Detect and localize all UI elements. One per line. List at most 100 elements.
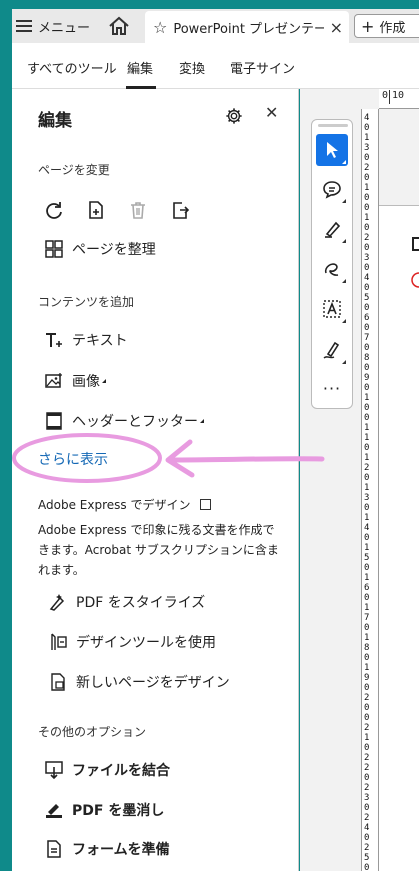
nav-e-sign[interactable]: 電子サイン bbox=[230, 58, 295, 77]
menu-button[interactable]: メニュー bbox=[16, 9, 90, 43]
page-change-heading: ページを変更 bbox=[38, 163, 110, 177]
horizontal-ruler: 0 10 bbox=[379, 89, 419, 109]
form-icon bbox=[47, 840, 61, 858]
redact-pdf-item[interactable]: PDF を墨消し bbox=[44, 800, 164, 820]
ruler-mark: 0 bbox=[364, 443, 370, 453]
close-tab-icon[interactable]: × bbox=[330, 18, 343, 37]
ruler-mark: 6 bbox=[364, 313, 370, 323]
ruler-mark: 0 bbox=[364, 713, 370, 723]
select-tool-button[interactable] bbox=[316, 134, 348, 166]
extract-page-icon[interactable] bbox=[170, 200, 190, 220]
header-footer-label: ヘッダーとフッター bbox=[72, 414, 198, 430]
header-footer-item[interactable]: ヘッダーとフッター bbox=[44, 411, 204, 431]
ruler-mark: 5 bbox=[364, 553, 370, 563]
design-tools-item[interactable]: デザインツールを使用 bbox=[48, 632, 216, 652]
header-footer-icon bbox=[46, 412, 62, 430]
ruler-mark: 0 bbox=[364, 223, 370, 233]
insert-page-icon[interactable] bbox=[86, 200, 106, 220]
ruler-mark: 0 bbox=[364, 243, 370, 253]
ruler-mark: 0 bbox=[364, 323, 370, 333]
ruler-mark: 2 bbox=[364, 723, 370, 733]
design-tools-label: デザインツールを使用 bbox=[76, 635, 216, 651]
ruler-mark: 1 bbox=[364, 543, 370, 553]
comment-icon bbox=[323, 181, 341, 199]
adobe-express-heading: Adobe Express でデザイン bbox=[38, 496, 212, 513]
ruler-mark: 4 bbox=[364, 113, 370, 123]
ruler-mark: 1 bbox=[364, 453, 370, 463]
close-panel-icon[interactable]: ✕ bbox=[265, 103, 278, 122]
ruler-mark: 3 bbox=[364, 793, 370, 803]
ruler-mark: 8 bbox=[364, 353, 370, 363]
gear-icon[interactable] bbox=[225, 107, 243, 125]
comment-tool-button[interactable] bbox=[316, 173, 348, 205]
external-link-icon[interactable] bbox=[200, 499, 212, 510]
ruler-mark: 4 bbox=[364, 273, 370, 283]
ruler-mark: 2 bbox=[364, 463, 370, 473]
ruler-mark: 0 bbox=[364, 263, 370, 273]
ruler-mark: 0 bbox=[364, 563, 370, 573]
highlight-tool-button[interactable] bbox=[316, 213, 348, 245]
ruler-mark: 9 bbox=[364, 673, 370, 683]
panel-title: 編集 bbox=[38, 111, 72, 131]
add-image-item[interactable]: 画像 bbox=[44, 371, 106, 391]
hamburger-icon bbox=[16, 20, 32, 32]
document-page[interactable] bbox=[379, 205, 419, 871]
ruler-mark: 0 bbox=[364, 303, 370, 313]
ruler-mark: 0 bbox=[364, 863, 370, 871]
design-tools-icon bbox=[51, 633, 67, 650]
prepare-form-item[interactable]: フォームを準備 bbox=[44, 839, 170, 859]
ruler-mark: 2 bbox=[364, 843, 370, 853]
stylize-pdf-item[interactable]: PDF をスタイライズ bbox=[48, 592, 205, 612]
toolbar-grip[interactable] bbox=[318, 124, 348, 127]
ruler-mark: 0 bbox=[382, 90, 389, 101]
ruler-mark: 0 bbox=[364, 193, 370, 203]
organize-pages-item[interactable]: ページを整理 bbox=[44, 239, 156, 259]
ruler-mark: 0 bbox=[364, 153, 370, 163]
ruler-mark: 0 bbox=[364, 743, 370, 753]
home-icon[interactable] bbox=[108, 16, 130, 36]
sign-tool-button[interactable] bbox=[316, 334, 348, 366]
nav-convert[interactable]: 変換 bbox=[179, 58, 205, 77]
ruler-mark: 1 bbox=[364, 213, 370, 223]
create-button[interactable]: + 作成 bbox=[354, 14, 419, 38]
rotate-icon[interactable] bbox=[44, 200, 64, 220]
ruler-mark: 1 bbox=[364, 133, 370, 143]
show-more-link[interactable]: さらに表示 bbox=[38, 449, 108, 469]
ruler-mark: 7 bbox=[364, 333, 370, 343]
more-tools-icon[interactable]: ··· bbox=[316, 372, 348, 404]
ruler-mark: 0 bbox=[364, 363, 370, 373]
combine-files-item[interactable]: ファイルを結合 bbox=[44, 760, 170, 780]
freehand-icon bbox=[324, 263, 339, 276]
ruler-mark: 1 bbox=[364, 423, 370, 433]
document-tab-title: PowerPoint プレゼンテーション bbox=[173, 21, 324, 37]
ruler-mark: 2 bbox=[364, 693, 370, 703]
nav-edit[interactable]: 編集 bbox=[127, 58, 153, 77]
ruler-mark: 3 bbox=[364, 143, 370, 153]
new-page-icon bbox=[51, 673, 65, 691]
ruler-mark: 2 bbox=[364, 233, 370, 243]
add-content-heading: コンテンツを追加 bbox=[38, 295, 135, 309]
ruler-mark: 2 bbox=[364, 783, 370, 793]
text-box-tool-button[interactable] bbox=[316, 293, 348, 325]
star-icon[interactable]: ☆ bbox=[153, 18, 167, 37]
ruler-mark: 0 bbox=[364, 623, 370, 633]
ruler-mark: 1 bbox=[364, 573, 370, 583]
ruler-mark: 1 bbox=[364, 663, 370, 673]
ruler-mark: 1 bbox=[364, 433, 370, 443]
ruler-mark: 4 bbox=[364, 523, 370, 533]
draw-tool-button[interactable] bbox=[316, 253, 348, 285]
ruler-mark: 1 bbox=[364, 483, 370, 493]
add-text-item[interactable]: テキスト bbox=[44, 330, 128, 350]
ruler-mark: 2 bbox=[364, 163, 370, 173]
image-icon bbox=[45, 373, 62, 388]
design-new-page-item[interactable]: 新しいページをデザイン bbox=[48, 672, 230, 692]
nav-all-tools[interactable]: すべてのツール bbox=[27, 58, 117, 77]
document-tab[interactable]: ☆ PowerPoint プレゼンテーション × bbox=[145, 11, 349, 43]
ruler-mark: 0 bbox=[364, 283, 370, 293]
ruler-mark: 2 bbox=[364, 753, 370, 763]
adobe-express-heading-label: Adobe Express でデザイン bbox=[38, 498, 191, 512]
redact-icon bbox=[46, 804, 62, 818]
design-new-page-label: 新しいページをデザイン bbox=[76, 675, 230, 691]
ruler-mark: 0 bbox=[364, 703, 370, 713]
combine-icon bbox=[45, 761, 63, 780]
